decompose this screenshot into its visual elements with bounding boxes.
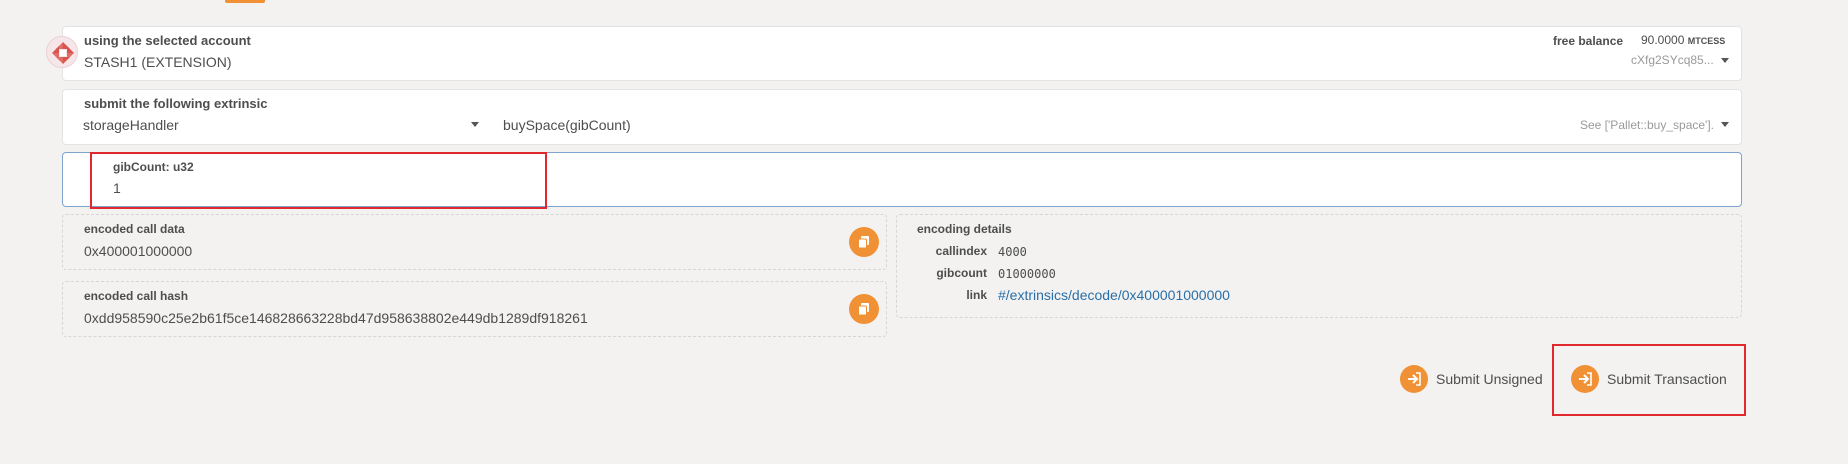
encoded-call-hash-value: 0xdd958590c25e2b61f5ce146828663228bd47d9… — [84, 310, 588, 326]
account-label: using the selected account — [84, 33, 251, 48]
gibcount-input[interactable]: gibCount: u32 1 — [93, 153, 533, 206]
pallet-value: storageHandler — [83, 117, 179, 133]
pallet-dropdown[interactable]: storageHandler — [73, 112, 479, 142]
method-dropdown[interactable]: buySpace(gibCount) See ['Pallet::buy_spa… — [493, 112, 1733, 142]
account-name: STASH1 (EXTENSION) — [84, 54, 232, 70]
chevron-down-icon[interactable] — [1721, 58, 1729, 63]
extrinsic-submission-page: using the selected account STASH1 (EXTEN… — [0, 0, 1848, 464]
method-value: buySpace(gibCount) — [503, 117, 631, 133]
callindex-value: 4000 — [998, 245, 1027, 259]
copy-icon — [858, 303, 869, 316]
copy-icon — [858, 236, 869, 249]
sign-in-icon — [1571, 365, 1599, 393]
encoded-call-data: encoded call data 0x400001000000 — [62, 214, 887, 270]
gibcount-label: gibCount: u32 — [113, 160, 194, 174]
account-selector[interactable]: using the selected account STASH1 (EXTEN… — [62, 26, 1742, 81]
method-doc-hint: See ['Pallet::buy_space']. — [1580, 118, 1714, 132]
sign-in-icon — [1400, 365, 1428, 393]
encoded-call-hash: encoded call hash 0xdd958590c25e2b61f5ce… — [62, 281, 887, 337]
decode-link[interactable]: #/extrinsics/decode/0x400001000000 — [998, 287, 1230, 303]
copy-call-hash-button[interactable] — [849, 294, 879, 324]
free-balance-value: 90.0000 MTCESS — [1641, 33, 1726, 47]
encoded-call-data-value: 0x400001000000 — [84, 243, 193, 259]
link-key: link — [966, 288, 987, 302]
callindex-key: callindex — [935, 244, 987, 258]
free-balance-label: free balance — [1553, 34, 1624, 48]
account-identicon-icon — [46, 36, 78, 68]
copy-call-data-button[interactable] — [849, 227, 879, 257]
gibcount-value: 1 — [113, 180, 121, 196]
extrinsic-label: submit the following extrinsic — [84, 96, 268, 111]
chevron-down-icon — [471, 122, 479, 127]
submit-unsigned-button[interactable]: Submit Unsigned — [1400, 363, 1543, 395]
active-tab-indicator — [225, 0, 265, 3]
encoded-call-data-label: encoded call data — [84, 222, 185, 236]
submit-unsigned-label: Submit Unsigned — [1436, 371, 1543, 387]
submit-transaction-button[interactable]: Submit Transaction — [1571, 363, 1727, 395]
encoding-details-label: encoding details — [917, 222, 1012, 236]
encoded-call-hash-label: encoded call hash — [84, 289, 189, 303]
param-container: gibCount: u32 1 — [62, 152, 1742, 207]
encoding-details: encoding details callindex 4000 gibcount… — [896, 214, 1742, 318]
gibcount-encoded-value: 01000000 — [998, 267, 1056, 281]
chevron-down-icon — [1721, 122, 1729, 127]
extrinsic-selector: submit the following extrinsic storageHa… — [62, 89, 1742, 145]
account-address: cXfg2SYcq85... — [1631, 53, 1714, 67]
submit-transaction-label: Submit Transaction — [1607, 371, 1727, 387]
gibcount-key: gibcount — [936, 266, 987, 280]
balance-unit: MTCESS — [1687, 36, 1726, 46]
